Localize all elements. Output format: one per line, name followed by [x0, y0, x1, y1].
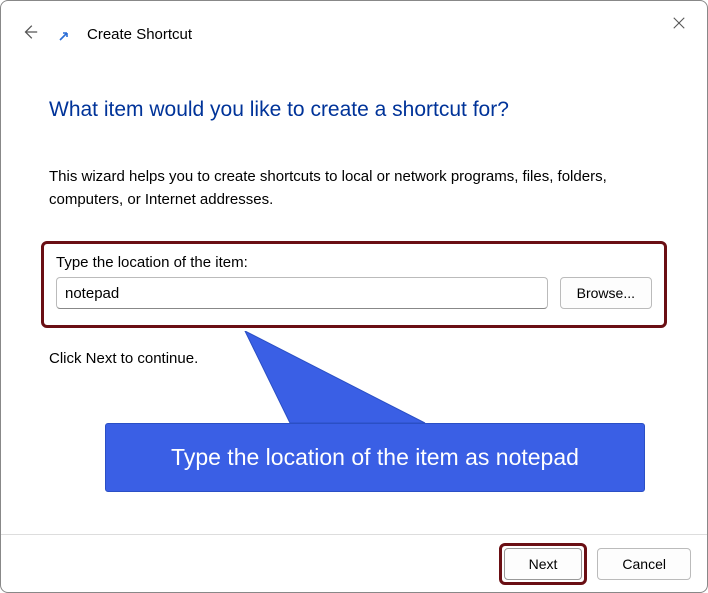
continue-text: Click Next to continue.: [49, 350, 659, 367]
location-highlight-box: Type the location of the item: Browse...: [41, 241, 667, 328]
wizard-description: This wizard helps you to create shortcut…: [49, 166, 659, 211]
browse-button[interactable]: Browse...: [560, 277, 652, 309]
wizard-content: What item would you like to create a sho…: [1, 50, 707, 367]
shortcut-icon: [57, 27, 73, 43]
location-input[interactable]: [56, 277, 548, 309]
wizard-header: Create Shortcut: [1, 1, 707, 50]
cancel-button[interactable]: Cancel: [597, 548, 691, 580]
location-input-row: Browse...: [56, 277, 652, 309]
close-icon[interactable]: [669, 13, 689, 33]
wizard-title: Create Shortcut: [87, 26, 192, 43]
callout-text: Type the location of the item as notepad: [105, 423, 645, 492]
location-label: Type the location of the item:: [56, 254, 652, 271]
back-arrow-icon[interactable]: [17, 19, 43, 50]
next-button[interactable]: Next: [504, 548, 583, 580]
next-highlight-box: Next: [499, 543, 588, 585]
page-heading: What item would you like to create a sho…: [49, 98, 659, 122]
wizard-footer: Next Cancel: [1, 534, 707, 592]
